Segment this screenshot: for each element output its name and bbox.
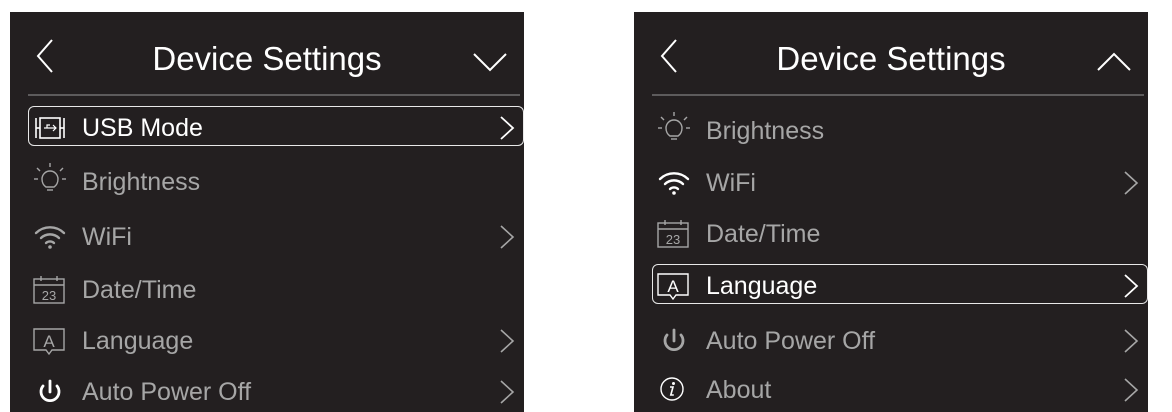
power-icon xyxy=(658,328,698,354)
menu-item-label: Language xyxy=(706,272,818,300)
scroll-down-button[interactable] xyxy=(470,42,510,78)
header: Device Settings xyxy=(634,12,1148,96)
chevron-right-icon xyxy=(498,328,516,354)
info-icon xyxy=(658,377,698,403)
device-settings-screen-right: Device Settings Brightness WiFi 23 Date/… xyxy=(634,12,1148,412)
header-divider xyxy=(28,94,520,96)
chevron-right-icon xyxy=(1122,328,1140,354)
chevron-right-icon xyxy=(498,379,516,405)
chevron-up-icon xyxy=(1097,52,1131,71)
menu-item-wifi[interactable]: WiFi xyxy=(28,215,524,257)
menu-item-label: Auto Power Off xyxy=(82,378,252,406)
bulb-icon xyxy=(34,163,74,195)
wifi-icon xyxy=(658,170,698,196)
menu-item-label: Language xyxy=(82,327,194,355)
chevron-right-icon xyxy=(1122,377,1140,403)
menu-item-label: Brightness xyxy=(706,117,825,145)
menu-item-label: About xyxy=(706,376,772,404)
language-icon: A xyxy=(657,273,698,301)
calendar-day: 23 xyxy=(666,232,680,247)
menu-item-brightness[interactable]: Brightness xyxy=(28,160,524,202)
page-title: Device Settings xyxy=(152,40,382,77)
menu-item-brightness[interactable]: Brightness xyxy=(652,109,1148,151)
menu-item-label: WiFi xyxy=(706,169,756,197)
wifi-icon xyxy=(34,224,74,250)
menu-item-language[interactable]: A Language xyxy=(652,264,1148,306)
menu-item-usb-mode[interactable]: USB Mode xyxy=(28,106,524,148)
menu-item-label: Brightness xyxy=(82,168,201,196)
menu-item-label: Auto Power Off xyxy=(706,327,876,355)
chevron-right-icon xyxy=(1122,170,1140,196)
menu-item-auto-power-off[interactable]: Auto Power Off xyxy=(652,319,1148,361)
calendar-icon: 23 xyxy=(657,220,698,248)
menu-item-about[interactable]: About xyxy=(652,368,1148,410)
header: Device Settings xyxy=(10,12,524,96)
chevron-right-icon xyxy=(498,115,516,141)
header-divider xyxy=(652,94,1144,96)
power-icon xyxy=(34,379,74,405)
menu-item-date-time[interactable]: 23 Date/Time xyxy=(28,268,524,310)
language-letter: A xyxy=(667,277,679,296)
usb-mode-icon xyxy=(34,115,74,141)
menu-item-date-time[interactable]: 23 Date/Time xyxy=(652,212,1148,254)
menu-item-label: Date/Time xyxy=(706,220,821,248)
chevron-right-icon xyxy=(498,224,516,250)
menu-item-label: WiFi xyxy=(82,223,132,251)
bulb-icon xyxy=(658,112,698,144)
page-title: Device Settings xyxy=(776,40,1006,77)
menu-item-label: USB Mode xyxy=(82,114,203,142)
calendar-icon: 23 xyxy=(33,276,74,304)
calendar-day: 23 xyxy=(42,288,56,303)
menu-item-auto-power-off[interactable]: Auto Power Off xyxy=(28,370,524,412)
chevron-right-icon xyxy=(1122,273,1140,299)
menu-item-wifi[interactable]: WiFi xyxy=(652,161,1148,203)
menu-item-language[interactable]: A Language xyxy=(28,319,524,361)
chevron-down-icon xyxy=(473,53,507,72)
language-letter: A xyxy=(43,332,55,351)
scroll-up-button[interactable] xyxy=(1094,42,1134,78)
device-settings-screen-left: Device Settings USB Mode Brightness WiFi… xyxy=(10,12,524,412)
language-icon: A xyxy=(33,328,74,356)
menu-item-label: Date/Time xyxy=(82,276,197,304)
